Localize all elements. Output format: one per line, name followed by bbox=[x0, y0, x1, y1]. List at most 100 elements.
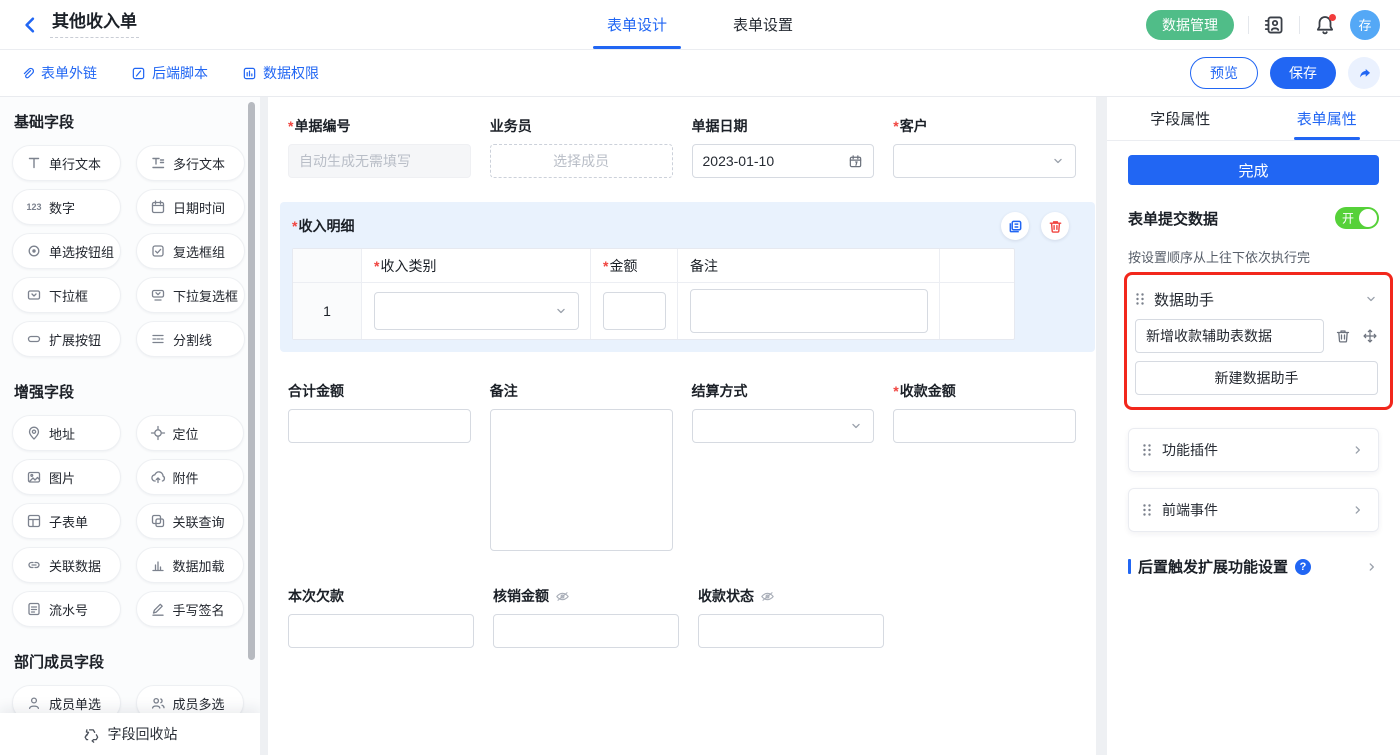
chevron-right-icon bbox=[1351, 443, 1365, 457]
sidebar-item-dropdown-multi[interactable]: 下拉复选框 bbox=[136, 277, 245, 313]
field-receipt-amount[interactable]: *收款金额 bbox=[893, 382, 1076, 551]
total-amount-input[interactable] bbox=[288, 409, 471, 443]
sidebar-item-multi-line-text[interactable]: 多行文本 bbox=[136, 145, 245, 181]
field-total-amount[interactable]: 合计金额 bbox=[288, 382, 471, 551]
required-mark: * bbox=[893, 117, 898, 135]
plugin-card[interactable]: 功能插件 bbox=[1128, 428, 1379, 472]
section-title-enhanced-fields: 增强字段 bbox=[14, 381, 244, 402]
post-trigger-settings-row[interactable]: 后置触发扩展功能设置 ? bbox=[1128, 556, 1379, 577]
accent-bar bbox=[1128, 559, 1131, 574]
contacts-icon[interactable] bbox=[1263, 14, 1285, 36]
chevron-down-icon[interactable] bbox=[1364, 292, 1378, 306]
delete-assistant-icon[interactable] bbox=[1335, 328, 1351, 344]
tab-form-design[interactable]: 表单设计 bbox=[601, 0, 673, 49]
data-assistant-header[interactable]: 数据助手 bbox=[1135, 283, 1378, 315]
eye-off-icon bbox=[555, 589, 570, 604]
duplicate-section-button[interactable] bbox=[1001, 212, 1029, 240]
notification-bell-icon[interactable] bbox=[1314, 14, 1336, 36]
tab-form-properties[interactable]: 表单属性 bbox=[1254, 97, 1400, 140]
field-label: 结算方式 bbox=[692, 382, 875, 400]
sidebar-scrollbar[interactable] bbox=[248, 102, 255, 660]
field-receipt-status[interactable]: 收款状态 bbox=[698, 587, 884, 648]
avatar[interactable]: 存 bbox=[1350, 10, 1380, 40]
column-header-amount: *金额 bbox=[590, 249, 677, 282]
sidebar-item-single-line-text[interactable]: 单行文本 bbox=[12, 145, 121, 181]
delete-section-button[interactable] bbox=[1041, 212, 1069, 240]
remark-textarea[interactable] bbox=[490, 409, 673, 551]
sidebar-item-number[interactable]: 123 数字 bbox=[12, 189, 121, 225]
writeoff-amount-input[interactable] bbox=[493, 614, 679, 648]
sidebar-item-checkbox-group[interactable]: 复选框组 bbox=[136, 233, 245, 269]
row-remark-input[interactable] bbox=[690, 289, 928, 333]
form-external-link[interactable]: 表单外链 bbox=[20, 63, 97, 83]
data-manage-button[interactable]: 数据管理 bbox=[1146, 10, 1234, 40]
field-salesman[interactable]: 业务员 bbox=[490, 117, 673, 178]
customer-select[interactable] bbox=[893, 144, 1076, 178]
sidebar-item-subform[interactable]: 子表单 bbox=[12, 503, 121, 539]
field-writeoff-amount[interactable]: 核销金额 bbox=[493, 587, 679, 648]
income-type-select[interactable] bbox=[374, 292, 579, 330]
settle-method-select[interactable] bbox=[692, 409, 875, 443]
new-data-assistant-button[interactable]: 新建数据助手 bbox=[1135, 361, 1378, 395]
help-icon[interactable]: ? bbox=[1295, 559, 1311, 575]
chevron-down-icon bbox=[554, 304, 568, 318]
field-label: 备注 bbox=[490, 382, 673, 400]
income-detail-section[interactable]: *收入明细 *收入类别 *金额 备注 bbox=[280, 202, 1095, 352]
sidebar-item-data-load[interactable]: 数据加载 bbox=[136, 547, 245, 583]
field-remark[interactable]: 备注 bbox=[490, 382, 673, 551]
extend-button-icon bbox=[26, 331, 42, 347]
current-debt-input[interactable] bbox=[288, 614, 474, 648]
data-assistant-item[interactable]: 新增收款辅助表数据 bbox=[1135, 319, 1324, 353]
doc-no-input[interactable] bbox=[288, 144, 471, 178]
sidebar-item-related-query[interactable]: 关联查询 bbox=[136, 503, 245, 539]
submit-data-toggle[interactable]: 开 bbox=[1335, 207, 1379, 229]
detail-table-header: *收入类别 *金额 备注 bbox=[293, 249, 1014, 283]
link-icon bbox=[20, 66, 35, 81]
doc-date-input[interactable]: 2023-01-10 bbox=[692, 144, 875, 178]
back-icon[interactable] bbox=[20, 15, 40, 35]
sidebar-item-serial-number[interactable]: 流水号 bbox=[12, 591, 121, 627]
column-header-remark: 备注 bbox=[677, 249, 939, 282]
move-assistant-icon[interactable] bbox=[1362, 328, 1378, 344]
calendar-icon bbox=[150, 199, 166, 215]
amount-input[interactable] bbox=[603, 292, 666, 330]
save-button[interactable]: 保存 bbox=[1270, 57, 1336, 89]
tab-form-settings[interactable]: 表单设置 bbox=[727, 0, 799, 49]
drag-handle-icon[interactable] bbox=[1142, 443, 1152, 457]
drag-handle-icon[interactable] bbox=[1142, 503, 1152, 517]
sidebar-item-attachment[interactable]: 附件 bbox=[136, 459, 245, 495]
sidebar-item-divider-line[interactable]: 分割线 bbox=[136, 321, 245, 357]
sidebar-item-locate[interactable]: 定位 bbox=[136, 415, 245, 451]
sidebar-item-dropdown[interactable]: 下拉框 bbox=[12, 277, 121, 313]
field-settle-method[interactable]: 结算方式 bbox=[692, 382, 875, 551]
header-tabs: 表单设计 表单设置 bbox=[601, 0, 799, 49]
execution-order-hint: 按设置顺序从上往下依次执行完 bbox=[1128, 247, 1379, 266]
sidebar-item-extend-button[interactable]: 扩展按钮 bbox=[12, 321, 121, 357]
sidebar-item-address[interactable]: 地址 bbox=[12, 415, 121, 451]
page-title[interactable]: 其他收入单 bbox=[50, 12, 139, 38]
done-button[interactable]: 完成 bbox=[1128, 155, 1379, 185]
pen-icon bbox=[150, 601, 166, 617]
backend-script-link[interactable]: 后端脚本 bbox=[131, 63, 208, 83]
field-label: 收款状态 bbox=[698, 587, 884, 605]
drag-handle-icon[interactable] bbox=[1135, 292, 1145, 306]
receipt-amount-input[interactable] bbox=[893, 409, 1076, 443]
field-doc-no[interactable]: *单据编号 bbox=[288, 117, 471, 178]
sidebar-item-datetime[interactable]: 日期时间 bbox=[136, 189, 245, 225]
field-doc-date[interactable]: 单据日期 2023-01-10 bbox=[692, 117, 875, 178]
share-button[interactable] bbox=[1348, 57, 1380, 89]
field-current-debt[interactable]: 本次欠款 bbox=[288, 587, 474, 648]
preview-button[interactable]: 预览 bbox=[1190, 57, 1258, 89]
salesman-member-picker[interactable] bbox=[490, 144, 673, 178]
sidebar-item-image[interactable]: 图片 bbox=[12, 459, 121, 495]
field-label: *客户 bbox=[893, 117, 1076, 135]
sidebar-item-signature[interactable]: 手写签名 bbox=[136, 591, 245, 627]
sidebar-item-related-data[interactable]: 关联数据 bbox=[12, 547, 121, 583]
tab-field-properties[interactable]: 字段属性 bbox=[1107, 97, 1254, 140]
data-permission-link[interactable]: 数据权限 bbox=[242, 63, 319, 83]
field-customer[interactable]: *客户 bbox=[893, 117, 1076, 178]
sidebar-item-radio-group[interactable]: 单选按钮组 bbox=[12, 233, 121, 269]
receipt-status-input[interactable] bbox=[698, 614, 884, 648]
field-recycle-bin[interactable]: 字段回收站 bbox=[0, 713, 260, 755]
frontend-event-card[interactable]: 前端事件 bbox=[1128, 488, 1379, 532]
